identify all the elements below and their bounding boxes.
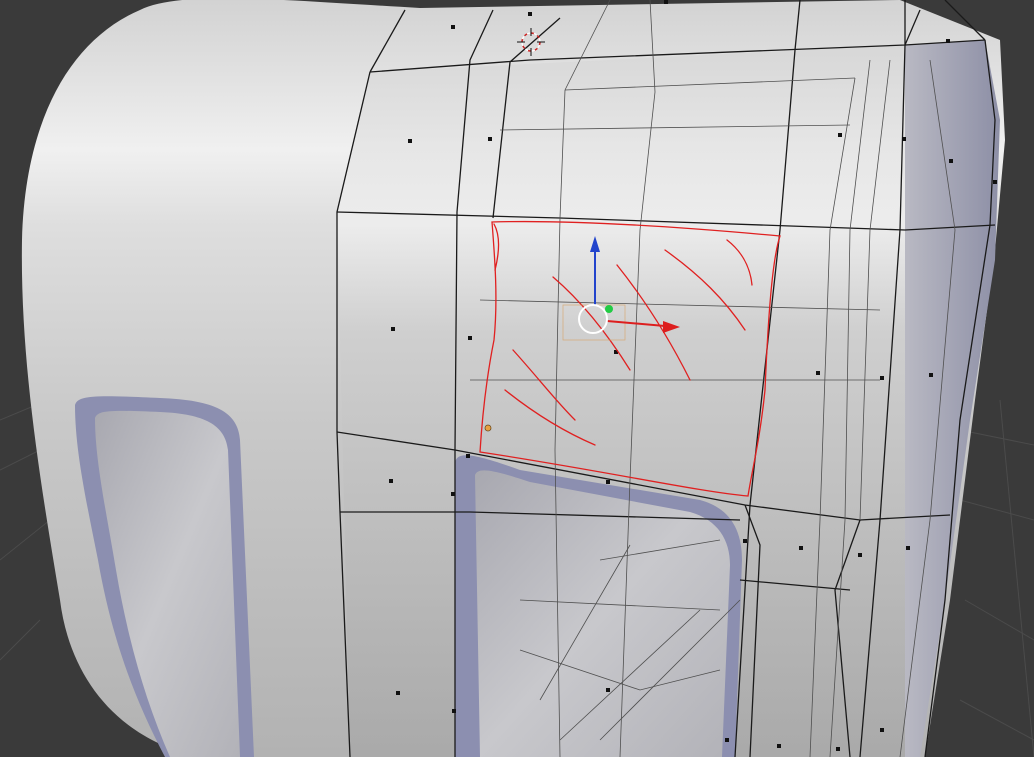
- center-window[interactable]: [455, 455, 742, 757]
- left-window[interactable]: [75, 396, 254, 757]
- selected-vertex[interactable]: [484, 424, 492, 432]
- 3d-viewport[interactable]: [0, 0, 1034, 757]
- side-face: [905, 40, 1000, 757]
- y-axis-handle-icon[interactable]: [605, 305, 613, 313]
